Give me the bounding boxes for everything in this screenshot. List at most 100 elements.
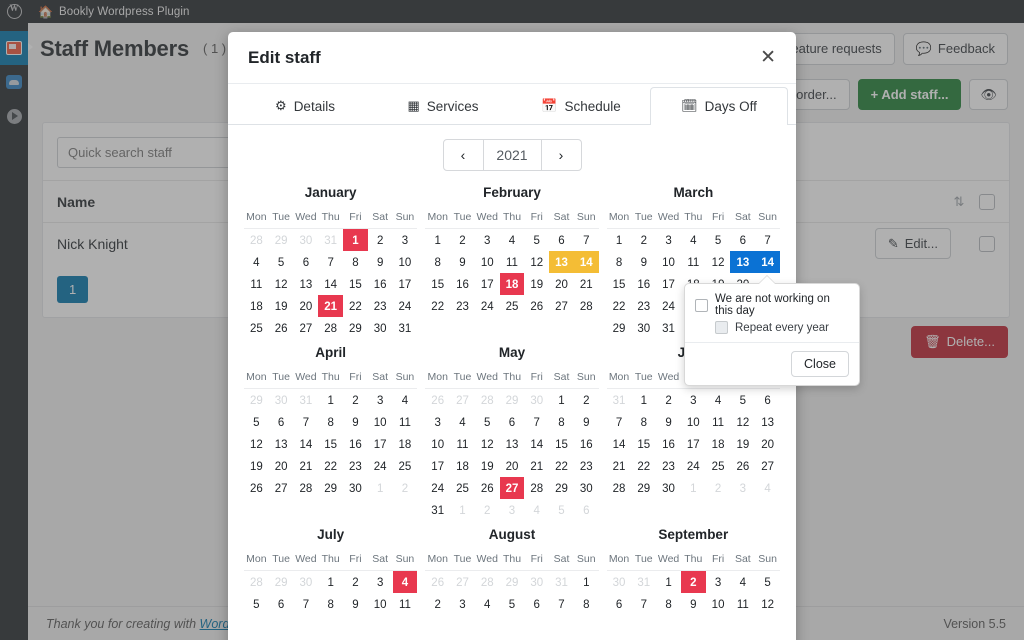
- day-cell[interactable]: 8: [318, 593, 343, 615]
- not-working-row[interactable]: We are not working on this day: [695, 293, 849, 317]
- day-cell[interactable]: 17: [425, 455, 450, 477]
- day-cell[interactable]: 24: [681, 455, 706, 477]
- day-cell[interactable]: 14: [318, 273, 343, 295]
- day-cell[interactable]: 6: [500, 411, 525, 433]
- day-cell[interactable]: 7: [607, 411, 632, 433]
- day-cell[interactable]: 18: [499, 273, 525, 295]
- day-cell[interactable]: 12: [730, 411, 755, 433]
- day-cell[interactable]: 5: [524, 229, 549, 251]
- day-cell[interactable]: 21: [524, 455, 549, 477]
- day-cell[interactable]: 9: [343, 593, 368, 615]
- day-cell[interactable]: 14: [294, 433, 319, 455]
- day-cell[interactable]: 28: [524, 477, 549, 499]
- day-cell[interactable]: 7: [631, 593, 656, 615]
- day-cell[interactable]: 14: [524, 433, 549, 455]
- day-cell[interactable]: 2: [574, 389, 599, 411]
- day-cell[interactable]: 23: [368, 295, 393, 317]
- day-cell[interactable]: 12: [755, 593, 780, 615]
- day-cell[interactable]: 22: [549, 455, 574, 477]
- day-cell[interactable]: 20: [269, 455, 294, 477]
- tab-details[interactable]: ⚙ Details: [236, 87, 374, 124]
- day-cell[interactable]: 9: [368, 251, 393, 273]
- day-cell[interactable]: 23: [656, 455, 681, 477]
- day-cell[interactable]: 13: [549, 251, 574, 273]
- day-cell[interactable]: 24: [368, 455, 393, 477]
- day-cell[interactable]: 5: [730, 389, 755, 411]
- day-cell[interactable]: 9: [450, 251, 475, 273]
- day-cell[interactable]: 1: [343, 229, 368, 251]
- day-cell[interactable]: 9: [656, 411, 681, 433]
- not-working-checkbox[interactable]: [695, 298, 708, 312]
- day-cell[interactable]: 1: [631, 389, 656, 411]
- day-cell[interactable]: 4: [730, 571, 755, 593]
- day-cell[interactable]: 1: [574, 571, 599, 593]
- day-cell[interactable]: 18: [244, 295, 269, 317]
- chevron-right-icon[interactable]: ›: [540, 139, 582, 171]
- day-cell[interactable]: 9: [681, 593, 706, 615]
- repeat-every-year-checkbox[interactable]: [715, 321, 728, 334]
- day-cell[interactable]: 15: [607, 273, 632, 295]
- day-cell[interactable]: 30: [574, 477, 599, 499]
- day-cell[interactable]: 5: [706, 229, 731, 251]
- day-cell[interactable]: 8: [656, 593, 681, 615]
- day-cell[interactable]: 3: [393, 229, 418, 251]
- day-cell[interactable]: 6: [755, 389, 780, 411]
- day-cell[interactable]: 7: [524, 411, 549, 433]
- day-cell[interactable]: 19: [244, 455, 269, 477]
- day-cell[interactable]: 26: [244, 477, 269, 499]
- day-cell[interactable]: 6: [730, 229, 755, 251]
- day-cell[interactable]: 4: [450, 411, 475, 433]
- day-cell[interactable]: 31: [425, 499, 450, 521]
- day-cell[interactable]: 11: [681, 251, 706, 273]
- day-cell[interactable]: 21: [607, 455, 632, 477]
- day-cell[interactable]: 28: [574, 295, 599, 317]
- day-cell[interactable]: 9: [631, 251, 656, 273]
- day-cell[interactable]: 21: [574, 273, 599, 295]
- day-cell[interactable]: 29: [549, 477, 574, 499]
- day-cell[interactable]: 8: [549, 411, 574, 433]
- day-cell[interactable]: 6: [607, 593, 632, 615]
- day-cell[interactable]: 23: [574, 455, 599, 477]
- day-cell[interactable]: 15: [549, 433, 574, 455]
- day-cell[interactable]: 27: [549, 295, 574, 317]
- day-cell[interactable]: 16: [656, 433, 681, 455]
- day-cell[interactable]: 18: [393, 433, 418, 455]
- day-cell[interactable]: 2: [368, 229, 393, 251]
- day-cell[interactable]: 4: [392, 571, 418, 593]
- day-cell[interactable]: 2: [450, 229, 475, 251]
- day-cell[interactable]: 6: [269, 411, 294, 433]
- day-cell[interactable]: 27: [294, 317, 319, 339]
- day-cell[interactable]: 28: [607, 477, 632, 499]
- day-cell[interactable]: 14: [573, 251, 599, 273]
- day-cell[interactable]: 9: [574, 411, 599, 433]
- day-cell[interactable]: 10: [393, 251, 418, 273]
- day-cell[interactable]: 7: [318, 251, 343, 273]
- day-cell[interactable]: 17: [656, 273, 681, 295]
- day-cell[interactable]: 30: [656, 477, 681, 499]
- day-cell[interactable]: 23: [450, 295, 475, 317]
- day-cell[interactable]: 20: [549, 273, 574, 295]
- day-cell[interactable]: 19: [269, 295, 294, 317]
- day-cell[interactable]: 3: [656, 229, 681, 251]
- day-cell[interactable]: 27: [269, 477, 294, 499]
- day-cell[interactable]: 7: [755, 229, 780, 251]
- day-cell[interactable]: 16: [450, 273, 475, 295]
- day-cell[interactable]: 31: [656, 317, 681, 339]
- day-cell[interactable]: 10: [475, 251, 500, 273]
- day-cell[interactable]: 14: [755, 251, 780, 273]
- day-cell[interactable]: 6: [294, 251, 319, 273]
- day-cell[interactable]: 20: [294, 295, 319, 317]
- day-cell[interactable]: 25: [500, 295, 525, 317]
- day-cell[interactable]: 5: [500, 593, 525, 615]
- day-cell[interactable]: 3: [368, 389, 393, 411]
- day-cell[interactable]: 5: [475, 411, 500, 433]
- day-cell[interactable]: 17: [475, 273, 500, 295]
- day-cell[interactable]: 13: [755, 411, 780, 433]
- day-cell[interactable]: 20: [500, 455, 525, 477]
- day-cell[interactable]: 13: [294, 273, 319, 295]
- day-cell[interactable]: 1: [318, 571, 343, 593]
- day-cell[interactable]: 11: [706, 411, 731, 433]
- day-cell[interactable]: 17: [368, 433, 393, 455]
- day-cell[interactable]: 15: [343, 273, 368, 295]
- day-cell[interactable]: 22: [607, 295, 632, 317]
